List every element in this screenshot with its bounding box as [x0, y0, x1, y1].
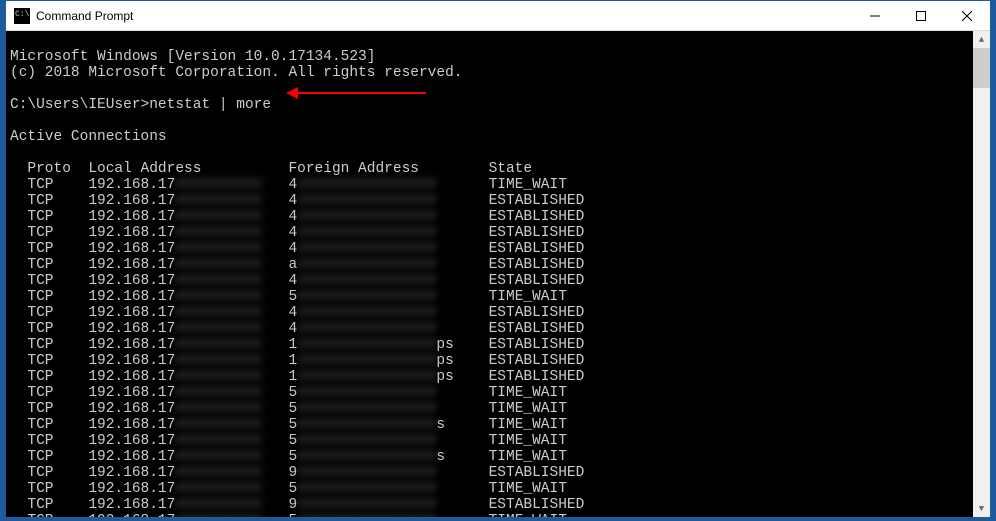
table-row: TCP 192.168.17########## 5##############… — [10, 385, 567, 401]
table-row: TCP 192.168.17########## 9##############… — [10, 497, 584, 513]
table-row: TCP 192.168.17########## 5##############… — [10, 401, 567, 417]
table-row: TCP 192.168.17########## 4##############… — [10, 305, 584, 321]
table-row: TCP 192.168.17########## 4##############… — [10, 225, 584, 241]
table-row: TCP 192.168.17########## 5##############… — [10, 433, 567, 449]
copyright-line: (c) 2018 Microsoft Corporation. All righ… — [10, 65, 462, 81]
maximize-button[interactable] — [898, 1, 944, 30]
table-row: TCP 192.168.17########## 5##############… — [10, 481, 567, 497]
table-row: TCP 192.168.17########## 5##############… — [10, 513, 567, 517]
table-row: TCP 192.168.17########## 5##############… — [10, 417, 567, 433]
annotation-arrow — [286, 87, 426, 99]
table-row: TCP 192.168.17########## 4##############… — [10, 241, 584, 257]
table-row: TCP 192.168.17########## 4##############… — [10, 209, 584, 225]
table-row: TCP 192.168.17########## 9##############… — [10, 465, 584, 481]
table-row: TCP 192.168.17########## 4##############… — [10, 321, 584, 337]
table-row: TCP 192.168.17########## 4##############… — [10, 273, 584, 289]
table-row: TCP 192.168.17########## 4##############… — [10, 193, 584, 209]
terminal-output[interactable]: Microsoft Windows [Version 10.0.17134.52… — [6, 31, 990, 517]
scroll-down-button[interactable]: ▼ — [973, 500, 990, 517]
version-line: Microsoft Windows [Version 10.0.17134.52… — [10, 49, 375, 65]
prompt-path: C:\Users\IEUser> — [10, 97, 149, 113]
close-button[interactable] — [944, 1, 990, 30]
table-row: TCP 192.168.17########## 5##############… — [10, 289, 567, 305]
minimize-button[interactable] — [852, 1, 898, 30]
table-row: TCP 192.168.17########## 1##############… — [10, 369, 584, 385]
vertical-scrollbar[interactable]: ▲ ▼ — [973, 31, 990, 517]
command-text: netstat | more — [149, 97, 271, 113]
scroll-thumb[interactable] — [973, 48, 990, 88]
command-prompt-window: Command Prompt Microsoft Windows [Versio… — [5, 0, 991, 518]
window-controls — [852, 1, 990, 30]
cmd-icon — [14, 8, 30, 24]
table-row: TCP 192.168.17########## 4##############… — [10, 177, 567, 193]
table-header: Proto Local Address Foreign Address Stat… — [10, 161, 532, 177]
scroll-up-button[interactable]: ▲ — [973, 31, 990, 48]
section-title: Active Connections — [10, 129, 167, 145]
window-title: Command Prompt — [36, 9, 852, 23]
table-row: TCP 192.168.17########## 1##############… — [10, 337, 584, 353]
titlebar[interactable]: Command Prompt — [6, 1, 990, 31]
table-row: TCP 192.168.17########## 1##############… — [10, 353, 584, 369]
table-row: TCP 192.168.17########## 5##############… — [10, 449, 567, 465]
table-row: TCP 192.168.17########## a##############… — [10, 257, 584, 273]
